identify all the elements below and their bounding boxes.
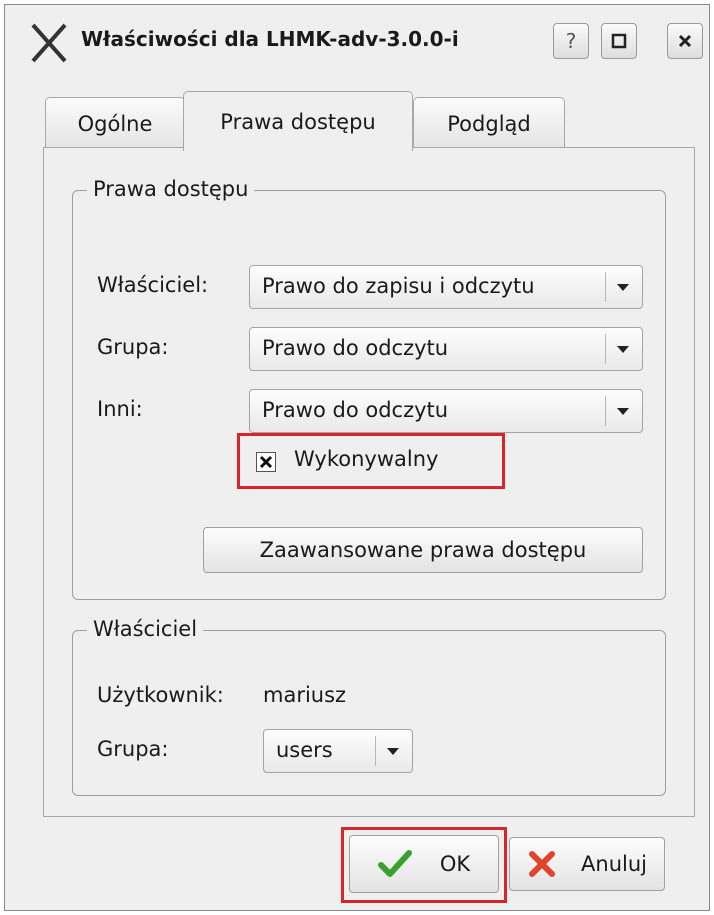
maximize-button[interactable] bbox=[601, 23, 637, 59]
close-button[interactable] bbox=[667, 23, 703, 59]
permissions-group-title: Prawa dostępu bbox=[87, 177, 255, 201]
help-icon: ? bbox=[565, 29, 577, 53]
close-icon bbox=[678, 34, 692, 48]
owner-group-label: Grupa: bbox=[97, 737, 169, 761]
owner-label: Właściciel: bbox=[97, 273, 209, 297]
ok-label: OK bbox=[439, 852, 471, 876]
advanced-permissions-button[interactable]: Zaawansowane prawa dostępu bbox=[203, 527, 643, 573]
tab-general[interactable]: Ogólne bbox=[45, 97, 185, 149]
group-permission-value: Prawo do odczytu bbox=[262, 336, 449, 360]
others-permission-value: Prawo do odczytu bbox=[262, 398, 449, 422]
tab-bar: Ogólne Prawa dostępu Podgląd bbox=[45, 91, 585, 151]
others-label: Inni: bbox=[97, 397, 143, 421]
tab-preview[interactable]: Podgląd bbox=[413, 97, 565, 149]
others-permission-select[interactable]: Prawo do odczytu bbox=[249, 389, 643, 433]
tab-general-label: Ogólne bbox=[77, 111, 153, 136]
x-icon bbox=[31, 23, 67, 63]
maximize-icon bbox=[611, 33, 627, 49]
help-button[interactable]: ? bbox=[553, 23, 589, 59]
executable-highlight: Wykonywalny bbox=[237, 433, 505, 489]
checkbox-x-icon bbox=[259, 455, 273, 469]
ownership-group-title: Właściciel bbox=[87, 617, 204, 641]
chevron-down-icon bbox=[617, 346, 629, 353]
user-label: Użytkownik: bbox=[97, 683, 224, 707]
permissions-group: Prawa dostępu Właściciel: Prawo do zapis… bbox=[72, 177, 666, 600]
user-value: mariusz bbox=[263, 683, 347, 707]
chevron-down-icon bbox=[617, 284, 629, 291]
group-permission-select[interactable]: Prawo do odczytu bbox=[249, 327, 643, 371]
tab-permissions-label: Prawa dostępu bbox=[220, 109, 376, 134]
owner-group-select[interactable]: users bbox=[263, 729, 413, 773]
executable-checkbox[interactable] bbox=[256, 452, 276, 472]
properties-dialog: Właściwości dla LHMK-adv-3.0.0-i ? Ogóln… bbox=[4, 4, 710, 911]
advanced-permissions-label: Zaawansowane prawa dostępu bbox=[259, 538, 587, 562]
window-title: Właściwości dla LHMK-adv-3.0.0-i bbox=[81, 27, 459, 51]
owner-group-value: users bbox=[276, 738, 333, 762]
chevron-down-icon bbox=[387, 748, 399, 755]
checkmark-icon bbox=[377, 850, 412, 877]
title-bar[interactable]: Właściwości dla LHMK-adv-3.0.0-i ? bbox=[5, 5, 709, 73]
owner-permission-select[interactable]: Prawo do zapisu i odczytu bbox=[249, 265, 643, 309]
group-label: Grupa: bbox=[97, 335, 169, 359]
ownership-group: Właściciel Użytkownik: mariusz Grupa: us… bbox=[72, 617, 666, 796]
ok-button[interactable]: OK bbox=[349, 835, 499, 893]
tab-preview-label: Podgląd bbox=[447, 111, 531, 136]
tab-permissions[interactable]: Prawa dostępu bbox=[183, 91, 413, 151]
cancel-label: Anuluj bbox=[581, 852, 647, 876]
cancel-x-icon bbox=[529, 851, 556, 877]
chevron-down-icon bbox=[617, 408, 629, 415]
cancel-button[interactable]: Anuluj bbox=[509, 837, 665, 891]
owner-permission-value: Prawo do zapisu i odczytu bbox=[262, 274, 535, 298]
executable-label[interactable]: Wykonywalny bbox=[294, 447, 438, 471]
